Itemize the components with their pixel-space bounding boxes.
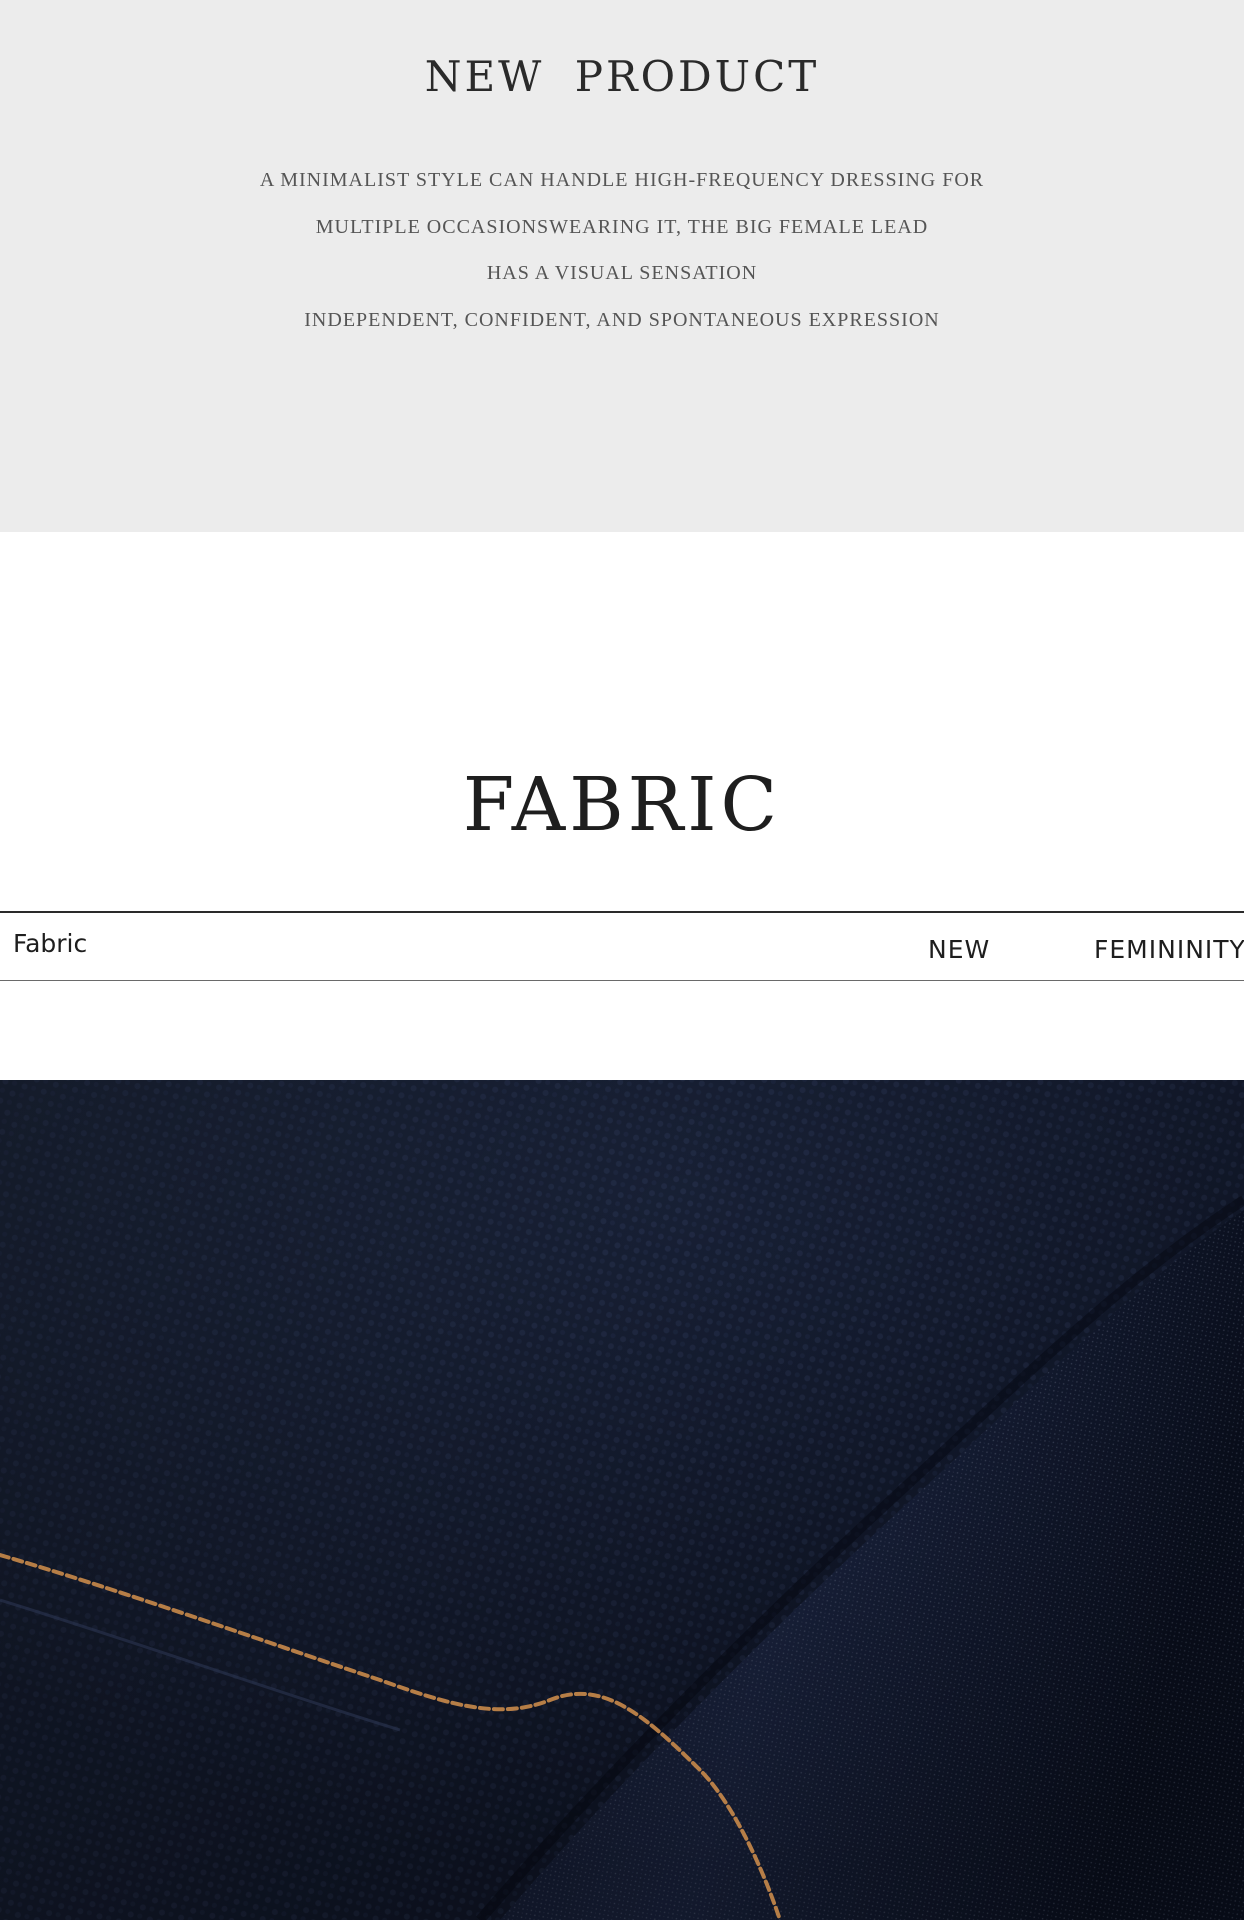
denim-fabric-photo — [0, 1080, 1244, 1920]
intro-line: HAS A VISUAL SENSATION — [486, 262, 758, 284]
new-tag: NEW — [928, 935, 991, 964]
femininity-tag: FEMININITY — [1094, 935, 1244, 964]
fabric-label: Fabric — [13, 929, 88, 958]
intro-title: NEW PRODUCT — [424, 52, 820, 101]
denim-fabric-image — [0, 1080, 1244, 1920]
intro-text: A MINIMALIST STYLE CAN HANDLE HIGH-FREQU… — [0, 157, 1244, 343]
fabric-title: FABRIC — [462, 762, 782, 848]
intro-line: A MINIMALIST STYLE CAN HANDLE HIGH-FREQU… — [259, 169, 985, 191]
intro-line: MULTIPLE OCCASIONSWEARING IT, THE BIG FE… — [315, 215, 929, 238]
fabric-label-bar: Fabric NEW FEMININITY — [0, 911, 1244, 981]
intro-section: NEW PRODUCT A MINIMALIST STYLE CAN HANDL… — [0, 0, 1244, 532]
intro-line: INDEPENDENT, CONFIDENT, AND SPONTANEOUS … — [304, 308, 940, 331]
